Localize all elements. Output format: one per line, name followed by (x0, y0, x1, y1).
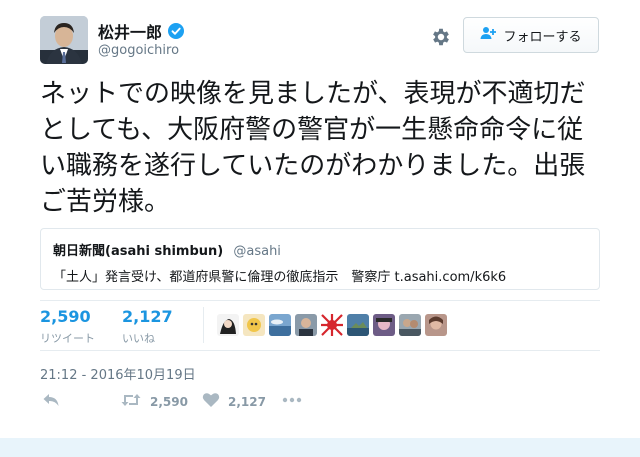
retweet-stat-value: 2,590 (40, 307, 91, 326)
avatar[interactable] (40, 16, 88, 64)
follow-person-icon (480, 26, 497, 44)
liker-avatar[interactable] (399, 314, 421, 336)
liker-avatar[interactable] (269, 314, 291, 336)
tweet-text: ネットでの映像を見ましたが、表現が不適切だとしても、大阪府警の警官が一生懸命命令… (40, 79, 586, 217)
user-handle[interactable]: @gogoichiro (98, 43, 179, 58)
liker-avatar[interactable] (321, 314, 343, 336)
reply-area-strip (0, 438, 640, 457)
quoted-tweet-link[interactable]: t.asahi.com/k6k6 (395, 270, 507, 285)
liker-avatar[interactable] (217, 314, 239, 336)
quoted-tweet-card[interactable]: 朝日新聞(asahi shimbun) @asahi 「土人」発言受け、都道府県… (40, 228, 600, 290)
retweet-icon (120, 392, 142, 412)
liker-avatar[interactable] (243, 314, 265, 336)
follow-button-label: フォローする (503, 29, 582, 45)
display-name[interactable]: 松井一郎 (98, 19, 162, 43)
heart-icon (202, 392, 220, 412)
liker-avatar[interactable] (347, 314, 369, 336)
liker-avatars (217, 314, 447, 336)
verified-badge-icon (168, 23, 185, 39)
reply-button[interactable] (42, 392, 60, 412)
retweet-button[interactable]: 2,590 (120, 392, 188, 412)
liker-avatar[interactable] (373, 314, 395, 336)
like-stat[interactable]: 2,127 いいね (122, 307, 173, 346)
stats-divider-bottom (40, 350, 600, 351)
quoted-tweet-header: 朝日新聞(asahi shimbun) @asahi (53, 240, 587, 259)
gear-icon[interactable] (430, 26, 452, 48)
reply-icon (42, 392, 60, 412)
retweet-count: 2,590 (150, 395, 188, 409)
follow-button[interactable]: フォローする (463, 17, 599, 53)
more-button[interactable] (282, 392, 302, 412)
like-stat-value: 2,127 (122, 307, 173, 326)
tweet-timestamp[interactable]: 21:12 - 2016年10月19日 (40, 364, 196, 383)
display-name-row[interactable]: 松井一郎 (98, 19, 185, 43)
like-button[interactable]: 2,127 (202, 392, 266, 412)
tweet-actions: 2,590 2,127 (40, 392, 340, 416)
liker-avatar[interactable] (295, 314, 317, 336)
liker-avatar[interactable] (425, 314, 447, 336)
like-count: 2,127 (228, 395, 266, 409)
stat-divider (203, 307, 204, 343)
quoted-tweet-text: 「土人」発言受け、都道府県警に倫理の徹底指示 警察庁 (53, 270, 391, 285)
retweet-stat[interactable]: 2,590 リツイート (40, 307, 95, 346)
retweet-stat-label: リツイート (40, 332, 95, 345)
more-icon (282, 392, 302, 412)
quoted-tweet-handle: @asahi (233, 244, 281, 259)
quoted-tweet-body: 「土人」発言受け、都道府県警に倫理の徹底指示 警察庁 t.asahi.com/k… (53, 266, 587, 285)
like-stat-label: いいね (122, 332, 155, 345)
stats-divider-top (40, 300, 600, 301)
avatar-photo (40, 16, 88, 64)
quoted-tweet-name: 朝日新聞(asahi shimbun) (53, 244, 224, 259)
